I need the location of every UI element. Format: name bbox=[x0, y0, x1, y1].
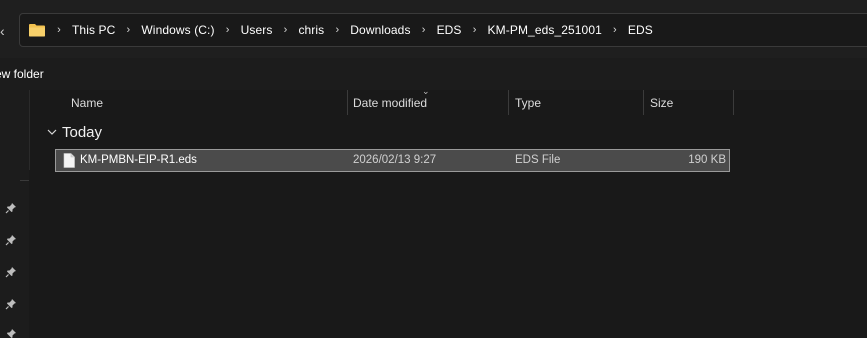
breadcrumb-users[interactable]: Users bbox=[241, 23, 273, 37]
new-folder-button[interactable]: ew folder bbox=[0, 67, 44, 81]
chevron-down-icon[interactable] bbox=[47, 127, 57, 137]
chevron-right-icon[interactable]: › bbox=[333, 24, 341, 36]
navigation-divider bbox=[20, 180, 29, 181]
navigation-pane[interactable] bbox=[0, 90, 29, 338]
chevron-right-icon[interactable]: › bbox=[224, 24, 232, 36]
file-name[interactable]: KM-PMBN-EIP-R1.eds bbox=[80, 150, 197, 171]
column-divider[interactable] bbox=[508, 90, 509, 115]
file-row[interactable]: KM-PMBN-EIP-R1.eds 2026/02/13 9:27 EDS F… bbox=[55, 149, 730, 172]
column-divider[interactable] bbox=[347, 90, 348, 115]
back-chevron-icon[interactable]: ‹ bbox=[0, 22, 8, 40]
breadcrumb-chris[interactable]: chris bbox=[298, 23, 324, 37]
navigation-pane-edge bbox=[29, 90, 30, 170]
file-date-modified: 2026/02/13 9:27 bbox=[353, 154, 437, 166]
pin-icon[interactable] bbox=[5, 328, 17, 338]
pin-icon[interactable] bbox=[5, 298, 17, 310]
file-size: 190 KB bbox=[688, 154, 726, 166]
document-icon bbox=[63, 153, 75, 168]
chevron-right-icon[interactable]: › bbox=[55, 24, 63, 36]
chevron-right-icon[interactable]: › bbox=[471, 24, 479, 36]
folder-icon bbox=[29, 24, 45, 37]
breadcrumb-windows-c[interactable]: Windows (C:) bbox=[141, 23, 214, 37]
address-bar[interactable]: › This PC › Windows (C:) › Users › chris… bbox=[19, 13, 867, 47]
column-divider[interactable] bbox=[733, 90, 734, 115]
breadcrumb-km-pm-eds-251001[interactable]: KM-PM_eds_251001 bbox=[488, 23, 602, 37]
pin-icon[interactable] bbox=[5, 202, 17, 214]
pin-icon[interactable] bbox=[5, 266, 17, 278]
breadcrumb-eds[interactable]: EDS bbox=[437, 23, 462, 37]
column-header-type[interactable]: Type bbox=[515, 90, 541, 116]
column-header-date-modified[interactable]: Date modified bbox=[353, 90, 427, 116]
chevron-right-icon[interactable]: › bbox=[611, 24, 619, 36]
pin-icon[interactable] bbox=[5, 234, 17, 246]
breadcrumb-eds-current[interactable]: EDS bbox=[628, 23, 653, 37]
chevron-right-icon[interactable]: › bbox=[281, 24, 289, 36]
column-divider[interactable] bbox=[643, 90, 644, 115]
command-bar: ew folder bbox=[0, 58, 867, 90]
breadcrumb-this-pc[interactable]: This PC bbox=[72, 23, 115, 37]
chevron-right-icon[interactable]: › bbox=[420, 24, 428, 36]
column-header-size[interactable]: Size bbox=[650, 90, 673, 116]
chevron-right-icon[interactable]: › bbox=[124, 24, 132, 36]
column-header-name[interactable]: Name bbox=[71, 90, 103, 116]
group-header-today[interactable]: Today bbox=[62, 124, 102, 141]
file-type: EDS File bbox=[515, 154, 561, 166]
breadcrumb-downloads[interactable]: Downloads bbox=[350, 23, 410, 37]
file-explorer-window: ‹ › This PC › Windows (C:) › Users › chr… bbox=[0, 0, 867, 338]
address-row: ‹ › This PC › Windows (C:) › Users › chr… bbox=[0, 0, 867, 58]
